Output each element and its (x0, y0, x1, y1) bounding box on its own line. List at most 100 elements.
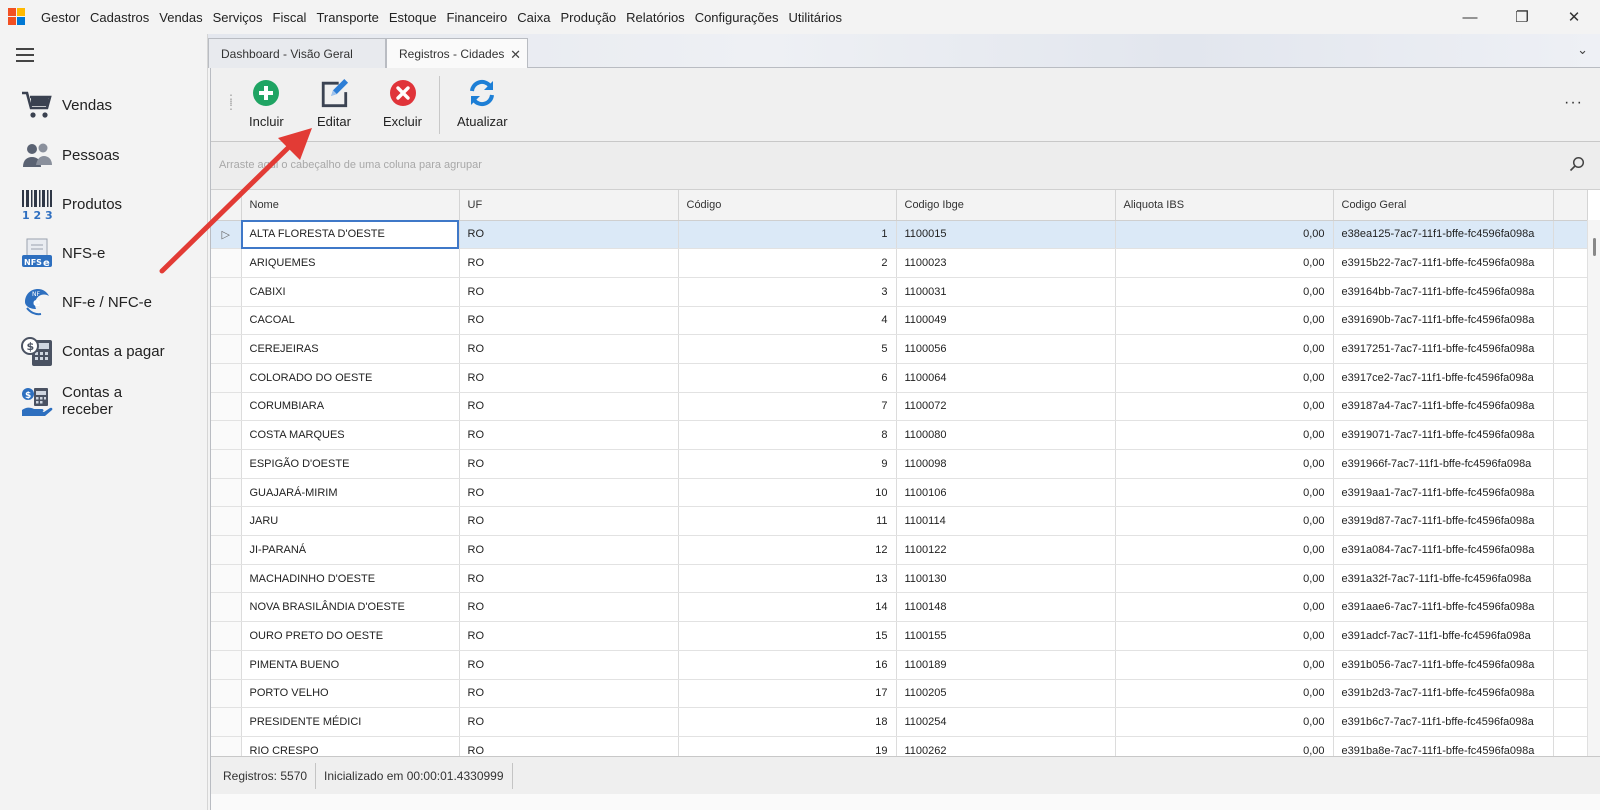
cell-aliquota-ibs[interactable]: 0,00 (1115, 621, 1334, 651)
cell-codigo-geral[interactable]: e391b6c7-7ac7-11f1-bffe-fc4596fa098a (1333, 707, 1554, 737)
table-row[interactable]: CACOAL RO 4 1100049 0,00 e391690b-7ac7-11f1-b… (211, 306, 1588, 336)
cell-codigo-geral[interactable]: e391a32f-7ac7-11f1-bffe-fc4596fa098a (1333, 564, 1554, 594)
tab-cidades[interactable]: Registros - Cidades ✕ (386, 38, 528, 69)
cell-nome[interactable]: ESPIGÃO D'OESTE (241, 449, 460, 479)
row-indicator[interactable] (211, 277, 242, 307)
cell-aliquota-ibs[interactable]: 0,00 (1115, 535, 1334, 565)
cell-uf[interactable]: RO (459, 707, 679, 737)
table-row[interactable]: ▷ ALTA FLORESTA D'OESTE RO 1 1100015 0,00 e38e… (211, 220, 1588, 250)
cell-codigo-geral[interactable]: e391aae6-7ac7-11f1-bffe-fc4596fa098a (1333, 592, 1554, 623)
cell-codigo-geral[interactable]: e39187a4-7ac7-11f1-bffe-fc4596fa098a (1333, 392, 1554, 422)
row-indicator[interactable] (211, 621, 242, 651)
cell-nome[interactable]: CORUMBIARA (241, 392, 460, 422)
cell-codigo-geral[interactable]: e391ba8e-7ac7-11f1-bffe-fc4596fa098a (1333, 736, 1554, 756)
menu-item-relat-rios[interactable]: Relatórios (621, 10, 690, 25)
cell-codigo-geral[interactable]: e391966f-7ac7-11f1-bffe-fc4596fa098a (1333, 449, 1554, 479)
cell-codigo[interactable]: 12 (678, 535, 897, 565)
cell-codigo-geral[interactable]: e3917251-7ac7-11f1-bffe-fc4596fa098a (1333, 334, 1554, 364)
cell-aliquota-ibs[interactable]: 0,00 (1115, 564, 1334, 594)
row-indicator[interactable] (211, 449, 242, 479)
sidebar-item-vendas[interactable]: Vendas (20, 88, 200, 122)
cell-codigo-ibge[interactable]: 1100114 (896, 506, 1116, 537)
cell-uf[interactable]: RO (459, 449, 679, 479)
cell-codigo-ibge[interactable]: 1100072 (896, 392, 1116, 422)
cell-codigo-geral[interactable]: e3919aa1-7ac7-11f1-bffe-fc4596fa098a (1333, 478, 1554, 508)
menu-item-utilit-rios[interactable]: Utilitários (784, 10, 847, 25)
row-indicator[interactable] (211, 535, 242, 565)
cell-codigo-ibge[interactable]: 1100189 (896, 650, 1116, 680)
cell-aliquota-ibs[interactable]: 0,00 (1115, 478, 1334, 508)
cell-codigo-geral[interactable]: e391a084-7ac7-11f1-bffe-fc4596fa098a (1333, 535, 1554, 565)
cell-codigo[interactable]: 9 (678, 449, 897, 479)
cell-uf[interactable]: RO (459, 592, 679, 623)
menu-item-cadastros[interactable]: Cadastros (85, 10, 154, 25)
search-icon[interactable] (1569, 156, 1585, 177)
table-row[interactable]: NOVA BRASILÂNDIA D'OESTE RO 14 1100148 0,00 e… (211, 592, 1588, 623)
cell-codigo-geral[interactable]: e38ea125-7ac7-11f1-bffe-fc4596fa098a (1333, 220, 1554, 250)
atualizar-button[interactable]: Atualizar (457, 78, 508, 129)
cell-nome[interactable]: CACOAL (241, 306, 460, 336)
menu-item-gestor[interactable]: Gestor (36, 10, 85, 25)
menu-item-vendas[interactable]: Vendas (154, 10, 207, 25)
cell-uf[interactable]: RO (459, 277, 679, 307)
menu-item-transporte[interactable]: Transporte (311, 10, 383, 25)
menu-item-fiscal[interactable]: Fiscal (268, 10, 312, 25)
row-indicator[interactable] (211, 650, 242, 680)
cell-codigo-ibge[interactable]: 1100098 (896, 449, 1116, 479)
cell-nome[interactable]: OURO PRETO DO OESTE (241, 621, 460, 651)
cell-codigo[interactable]: 5 (678, 334, 897, 364)
cell-aliquota-ibs[interactable]: 0,00 (1115, 506, 1334, 537)
table-row[interactable]: ARIQUEMES RO 2 1100023 0,00 e3915b22-7ac7-11f… (211, 248, 1588, 278)
cell-codigo-ibge[interactable]: 1100205 (896, 679, 1116, 709)
cell-aliquota-ibs[interactable]: 0,00 (1115, 679, 1334, 709)
row-indicator[interactable] (211, 736, 242, 756)
close-button[interactable]: ✕ (1548, 0, 1600, 34)
cell-nome[interactable]: COSTA MARQUES (241, 420, 460, 450)
cell-nome[interactable]: GUAJARÁ-MIRIM (241, 478, 460, 508)
more-options-icon[interactable]: ··· (1564, 94, 1583, 112)
cell-codigo-ibge[interactable]: 1100254 (896, 707, 1116, 737)
cell-nome[interactable]: COLORADO DO OESTE (241, 363, 460, 393)
cell-nome[interactable]: PIMENTA BUENO (241, 650, 460, 680)
cell-codigo[interactable]: 15 (678, 621, 897, 651)
cell-codigo-ibge[interactable]: 1100080 (896, 420, 1116, 450)
table-row[interactable]: ESPIGÃO D'OESTE RO 9 1100098 0,00 e391966f-7a… (211, 449, 1588, 479)
table-row[interactable]: PIMENTA BUENO RO 16 1100189 0,00 e391b056-7ac… (211, 650, 1588, 680)
cell-codigo-geral[interactable]: e391b056-7ac7-11f1-bffe-fc4596fa098a (1333, 650, 1554, 680)
cell-codigo-ibge[interactable]: 1100064 (896, 363, 1116, 393)
cell-aliquota-ibs[interactable]: 0,00 (1115, 420, 1334, 450)
cell-codigo[interactable]: 14 (678, 592, 897, 623)
cell-nome[interactable]: PRESIDENTE MÉDICI (241, 707, 460, 737)
cell-codigo-ibge[interactable]: 1100056 (896, 334, 1116, 364)
column-header-uf[interactable]: UF (459, 190, 679, 221)
cell-uf[interactable]: RO (459, 564, 679, 594)
cell-codigo-geral[interactable]: e3917ce2-7ac7-11f1-bffe-fc4596fa098a (1333, 363, 1554, 393)
cell-codigo-ibge[interactable]: 1100106 (896, 478, 1116, 508)
cell-codigo[interactable]: 11 (678, 506, 897, 537)
minimize-button[interactable]: — (1444, 0, 1496, 34)
cell-uf[interactable]: RO (459, 306, 679, 336)
table-row[interactable]: CABIXI RO 3 1100031 0,00 e39164bb-7ac7-11f1-b… (211, 277, 1588, 307)
table-row[interactable]: GUAJARÁ-MIRIM RO 10 1100106 0,00 e3919aa1-7ac… (211, 478, 1588, 508)
cell-aliquota-ibs[interactable]: 0,00 (1115, 707, 1334, 737)
table-row[interactable]: OURO PRETO DO OESTE RO 15 1100155 0,00 e391ad… (211, 621, 1588, 651)
table-row[interactable]: CEREJEIRAS RO 5 1100056 0,00 e3917251-7ac7-11… (211, 334, 1588, 364)
editar-button[interactable]: Editar (317, 78, 351, 129)
cell-codigo[interactable]: 4 (678, 306, 897, 336)
table-row[interactable]: MACHADINHO D'OESTE RO 13 1100130 0,00 e391a32… (211, 564, 1588, 594)
cell-aliquota-ibs[interactable]: 0,00 (1115, 592, 1334, 623)
grip-handle-icon[interactable]: ⋮ ⋮ (225, 93, 237, 111)
cell-codigo-ibge[interactable]: 1100130 (896, 564, 1116, 594)
cell-uf[interactable]: RO (459, 679, 679, 709)
cell-nome[interactable]: JI-PARANÁ (241, 535, 460, 565)
cell-codigo[interactable]: 19 (678, 736, 897, 756)
cell-codigo[interactable]: 16 (678, 650, 897, 680)
cell-codigo[interactable]: 7 (678, 392, 897, 422)
cell-codigo-geral[interactable]: e391690b-7ac7-11f1-bffe-fc4596fa098a (1333, 306, 1554, 336)
close-icon[interactable]: ✕ (510, 47, 521, 63)
cell-codigo-ibge[interactable]: 1100155 (896, 621, 1116, 651)
restore-button[interactable]: ❐ (1496, 0, 1548, 34)
sidebar-item-contas-pagar[interactable]: $ Contas a pagar (20, 334, 200, 368)
menu-item-configura-es[interactable]: Configurações (690, 10, 784, 25)
cell-nome[interactable]: CABIXI (241, 277, 460, 307)
